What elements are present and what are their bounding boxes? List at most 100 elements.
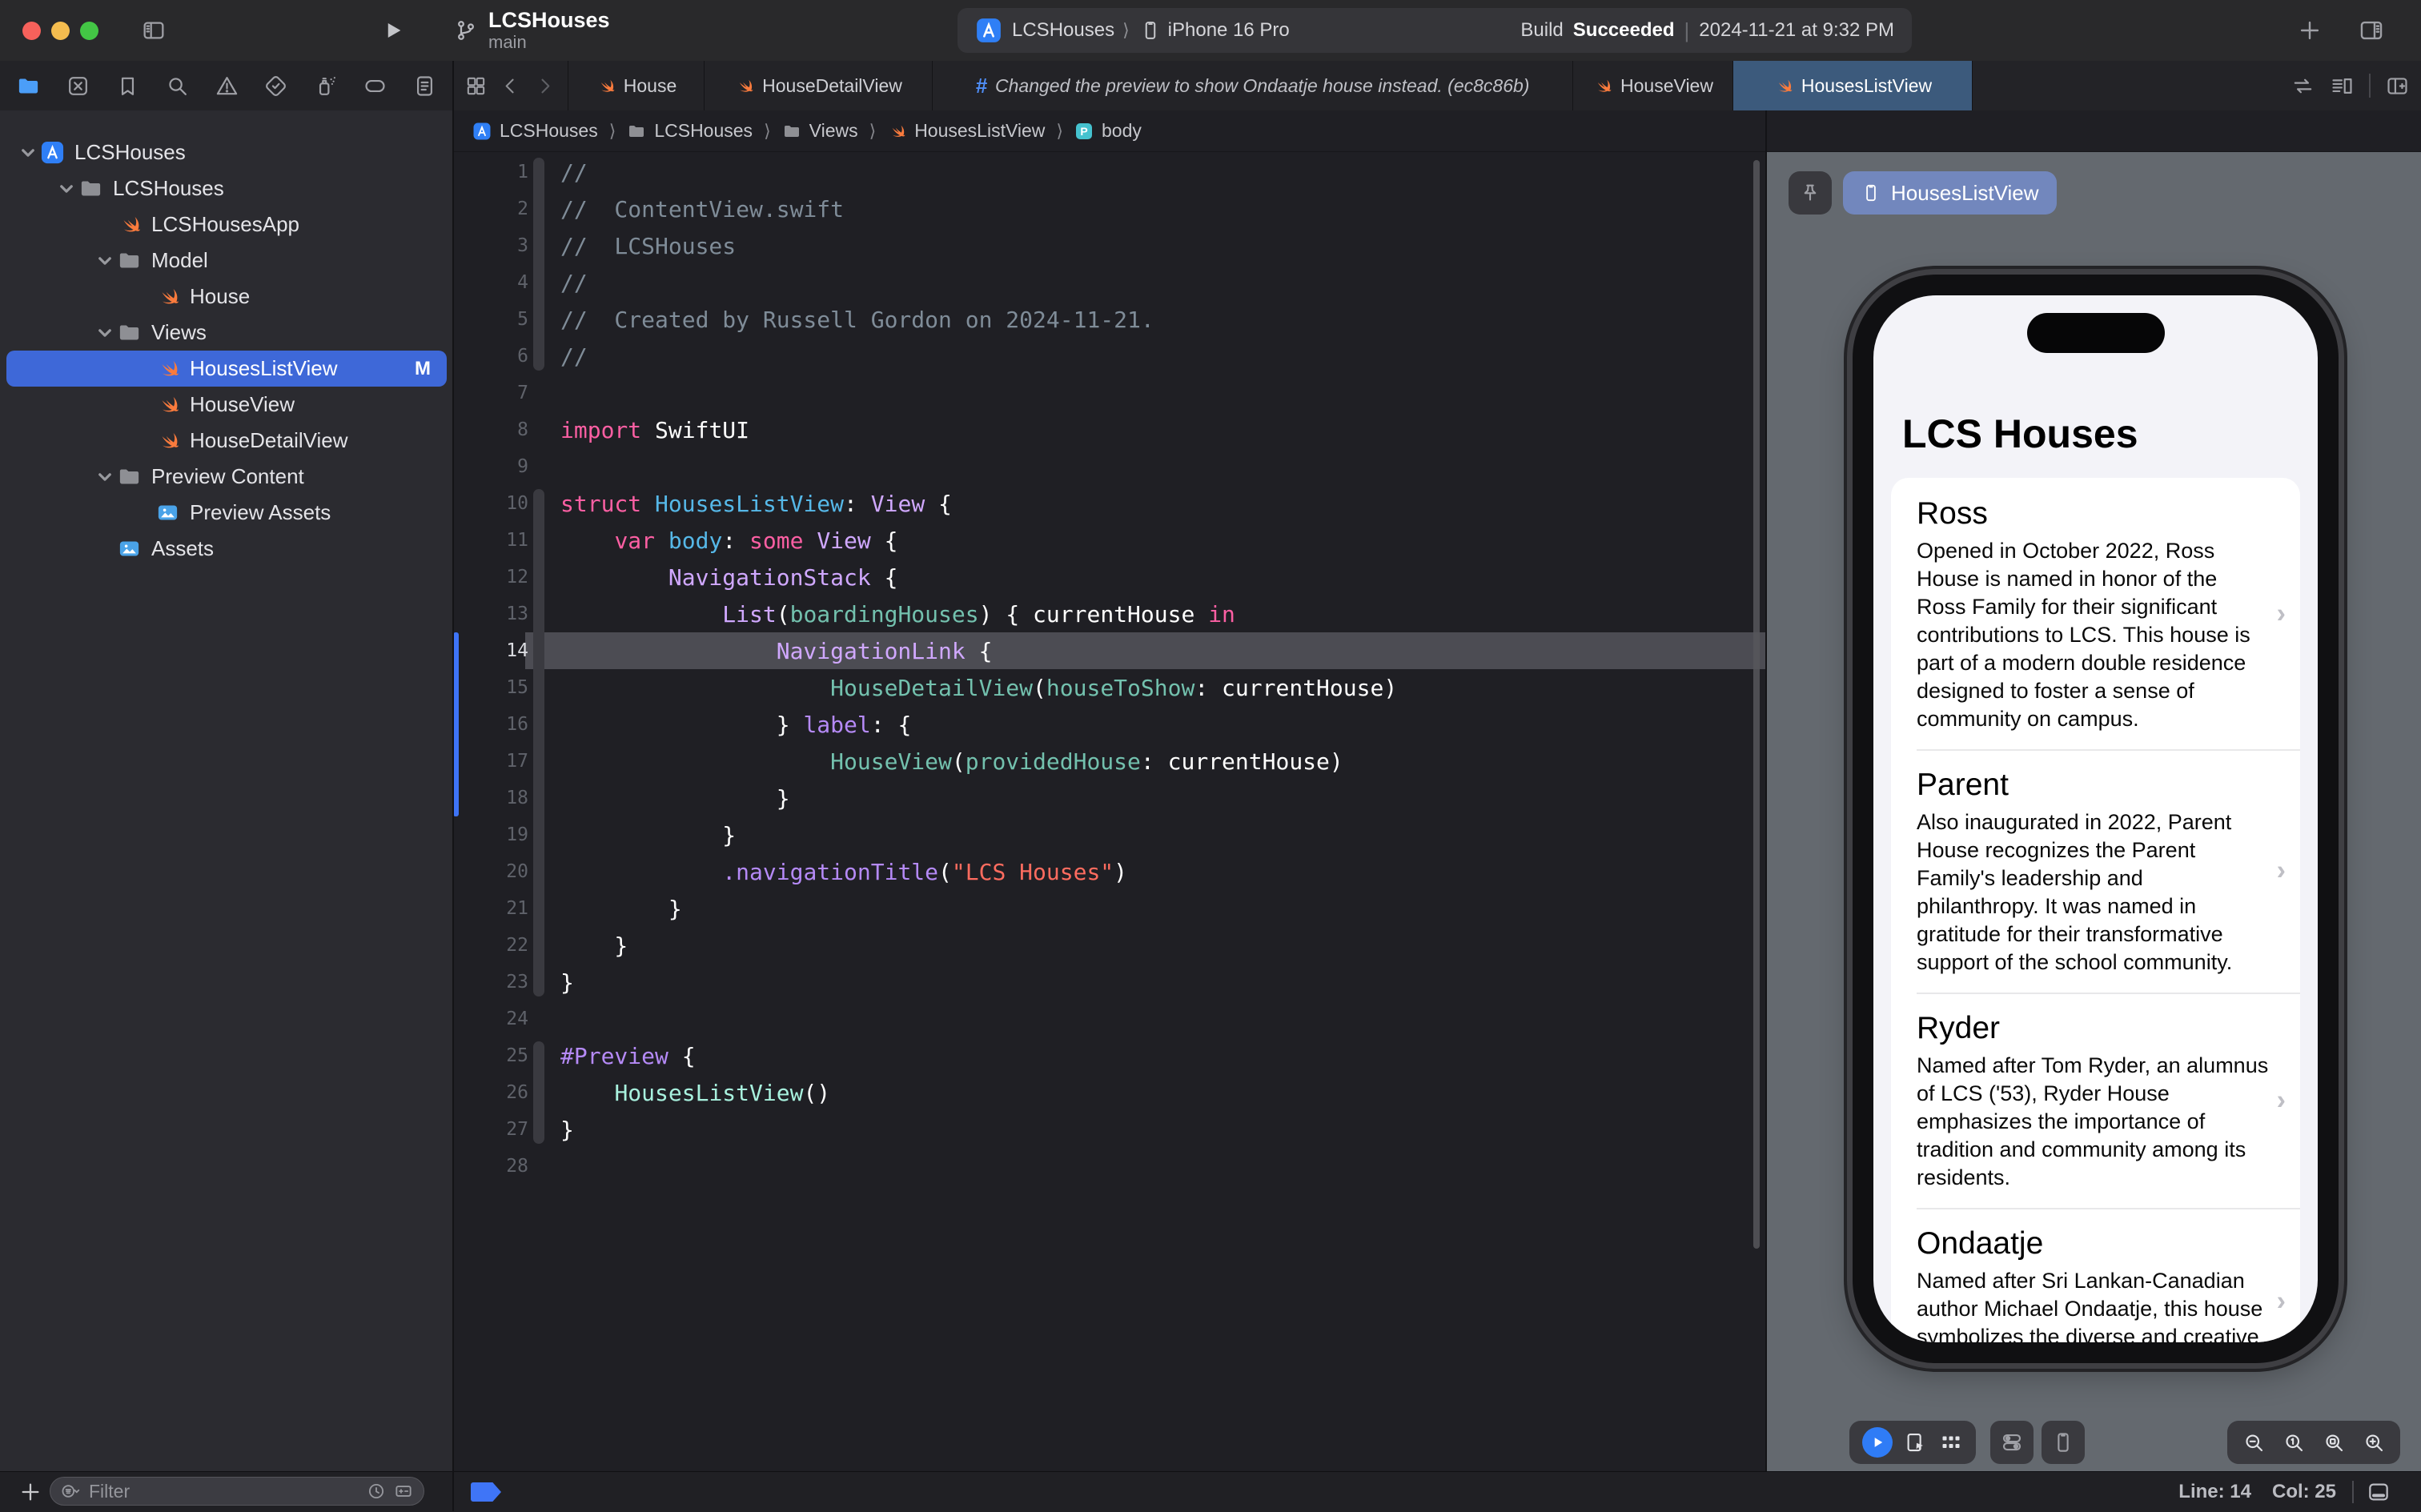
back-button[interactable] [499,74,522,98]
recent-files-icon[interactable] [366,1481,387,1502]
new-tab-button[interactable] [2296,17,2323,44]
line-number[interactable]: 9 [453,456,528,477]
navigator-tag-icon[interactable] [363,74,387,98]
zoom-100-icon[interactable] [2282,1430,2306,1454]
line-number[interactable]: 3 [453,235,528,256]
line-number[interactable]: 16 [453,714,528,735]
line-number[interactable]: 21 [453,898,528,919]
navigator-bookmark-icon[interactable] [115,74,140,98]
line-number[interactable]: 17 [453,751,528,772]
tab-houseslistview[interactable]: HousesListView [1732,61,1973,110]
line-number[interactable]: 8 [453,419,528,440]
line-number[interactable]: 27 [453,1119,528,1140]
line-number[interactable]: 25 [453,1045,528,1066]
line-number[interactable]: 5 [453,309,528,330]
sidebar-item-houseslistview[interactable]: HousesListViewM [6,351,447,387]
sidebar-item-views[interactable]: Views [6,315,447,351]
line-number[interactable]: 7 [453,383,528,403]
house-row-ross[interactable]: RossOpened in October 2022, Ross House i… [1891,478,2300,749]
navigator-test-icon[interactable] [263,74,288,98]
live-preview-button[interactable] [1862,1427,1893,1458]
preview-divider[interactable] [1765,110,1767,1471]
house-row-parent[interactable]: ParentAlso inaugurated in 2022, Parent H… [1891,749,2300,993]
device-settings-button[interactable] [1990,1421,2034,1464]
line-number[interactable]: 12 [453,567,528,588]
run-destination[interactable]: iPhone 16 Pro [1168,19,1290,42]
variants-grid-icon[interactable] [1939,1430,1963,1454]
line-number[interactable]: 19 [453,824,528,845]
sidebar-item-lcshousesapp[interactable]: LCSHousesApp [6,207,447,243]
breadcrumb-item-houseslistview[interactable]: HousesListView [887,120,1045,142]
line-number[interactable]: 15 [453,677,528,698]
breakpoints-indicator[interactable] [471,1482,501,1502]
scheme-name[interactable]: LCSHouses [1012,19,1114,42]
sidebar-item-house[interactable]: House [6,279,447,315]
filter-input[interactable] [87,1480,359,1503]
editor-options-icon[interactable] [2330,74,2355,98]
minimize-window-button[interactable] [51,22,70,40]
source-control-filter-icon[interactable] [393,1481,414,1502]
sidebar-item-lcshouses[interactable]: LCSHouses [6,134,447,170]
breadcrumb-item-body[interactable]: Pbody [1074,120,1142,142]
related-items-icon[interactable] [464,74,488,98]
sidebar-item-preview-content[interactable]: Preview Content [6,459,447,495]
disclosure-chevron-icon[interactable] [93,249,117,273]
preview-target-chip[interactable]: HousesListView [1843,171,2057,215]
line-number[interactable]: 11 [453,530,528,551]
tab-housedetailview[interactable]: HouseDetailView [704,61,932,110]
navigator-report-icon[interactable] [412,74,437,98]
selectable-preview-icon[interactable] [1904,1430,1928,1454]
tab-commit[interactable]: #Changed the preview to show Ondaatje ho… [932,61,1572,110]
zoom-out-icon[interactable] [2242,1430,2266,1454]
debug-area-toggle-icon[interactable] [2365,1479,2392,1505]
activity-status-pill[interactable]: LCSHouses ⟩ iPhone 16 Pro Build Succeede… [958,8,1912,53]
line-number[interactable]: 20 [453,861,528,882]
zoom-in-icon[interactable] [2362,1430,2386,1454]
run-button[interactable] [381,18,405,42]
add-editor-icon[interactable] [2385,74,2410,98]
line-number[interactable]: 24 [453,1009,528,1029]
line-number[interactable]: 10 [453,493,528,514]
line-number[interactable]: 22 [453,935,528,956]
line-number[interactable]: 1 [453,162,528,182]
disclosure-chevron-icon[interactable] [16,141,40,165]
line-number[interactable]: 18 [453,788,528,808]
sidebar-item-houseview[interactable]: HouseView [6,387,447,423]
breadcrumb-item-views[interactable]: Views [782,120,858,142]
sidebar-item-model[interactable]: Model [6,243,447,279]
inspector-toggle-icon[interactable] [2357,17,2386,44]
swap-editor-icon[interactable] [2291,74,2315,98]
house-row-ryder[interactable]: RyderNamed after Tom Ryder, an alumnus o… [1891,993,2300,1208]
line-number[interactable]: 14 [453,640,528,661]
line-number[interactable]: 6 [453,346,528,367]
forward-button[interactable] [533,74,556,98]
line-number[interactable]: 13 [453,604,528,624]
source-control-summary[interactable]: LCSHouses main [453,8,610,53]
tab-house[interactable]: House [568,61,704,110]
line-number[interactable]: 28 [453,1156,528,1177]
line-number[interactable]: 26 [453,1082,528,1103]
navigator-toggle-icon[interactable] [141,18,167,43]
disclosure-chevron-icon[interactable] [93,321,117,345]
navigator-warning-icon[interactable] [215,74,239,98]
tab-houseview[interactable]: HouseView [1572,61,1732,110]
sidebar-divider[interactable] [452,61,454,1511]
breadcrumb-item-lcshouses[interactable]: LCSHouses [472,120,598,142]
sidebar-item-lcshouses[interactable]: LCSHouses [6,170,447,207]
close-window-button[interactable] [22,22,41,40]
line-number[interactable]: 2 [453,199,528,219]
navigator-folder-icon[interactable] [16,74,41,98]
sidebar-item-assets[interactable]: Assets [6,531,447,567]
line-number[interactable]: 23 [453,972,528,993]
pin-preview-button[interactable] [1789,171,1832,215]
breadcrumb-item-lcshouses[interactable]: LCSHouses [627,120,753,142]
navigator-filter-field[interactable] [50,1477,424,1506]
line-number[interactable]: 4 [453,272,528,293]
disclosure-chevron-icon[interactable] [54,177,78,201]
navigator-debug-icon[interactable] [313,74,338,98]
navigator-changes-icon[interactable] [66,74,90,98]
disclosure-chevron-icon[interactable] [93,465,117,489]
add-file-button[interactable] [18,1479,43,1505]
navigator-search-icon[interactable] [165,74,190,98]
device-bezels-button[interactable] [2042,1421,2085,1464]
